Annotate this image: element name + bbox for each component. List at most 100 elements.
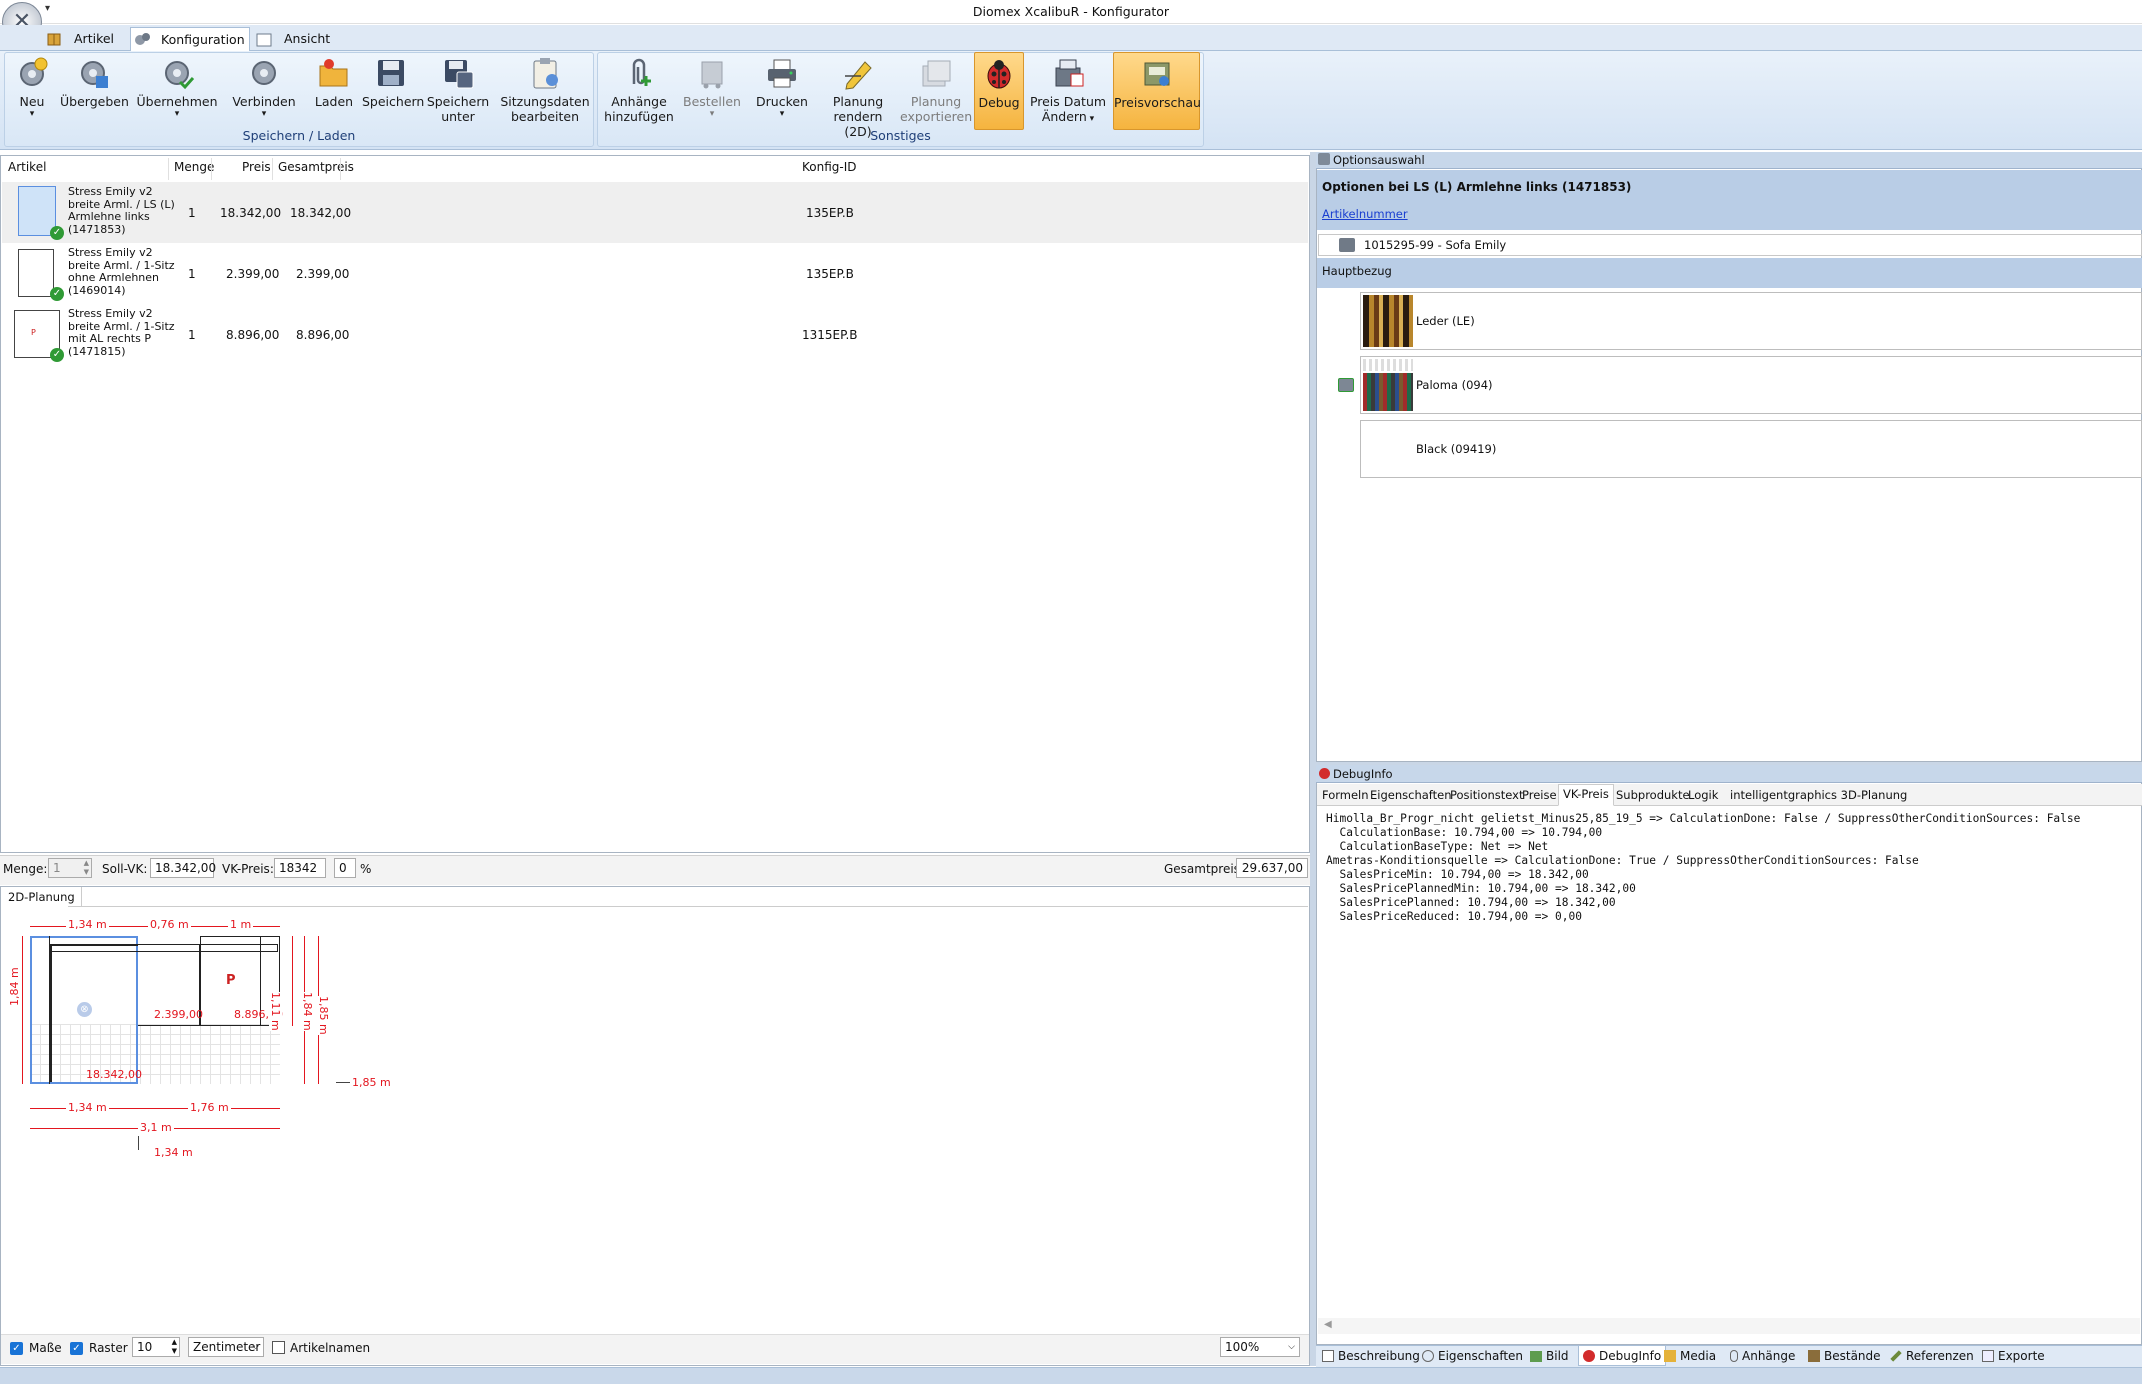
laden-button[interactable]: Laden [308, 52, 360, 130]
raster-checkbox[interactable]: ✓ [70, 1341, 83, 1355]
tab-strip-line [68, 906, 1308, 907]
horizontal-scrollbar[interactable]: ◀ [1318, 1318, 2140, 1334]
planung-rendern-button[interactable]: Planung rendern (2D) [818, 52, 898, 139]
table-row[interactable]: ✓ Stress Emily v2 breite Arml. / 1-Sitz … [2, 243, 1308, 304]
price-1sitz: 2.399,00 [154, 1008, 203, 1021]
tab-anhaenge[interactable]: Anhänge [1730, 1346, 1795, 1366]
zoom-select[interactable]: 100% ⌵ [1220, 1337, 1300, 1357]
drucken-button[interactable]: Drucken ▾ [750, 52, 814, 130]
tab-bild[interactable]: Bild [1530, 1346, 1569, 1366]
export-icon [1982, 1350, 1994, 1362]
planung-exportieren-label: Planung exportieren [900, 94, 973, 124]
window-title: Diomex XcalibuR - Konfigurator [972, 4, 1170, 19]
tab-exporte[interactable]: Exporte [1982, 1346, 2045, 1366]
sitzungsdaten-button[interactable]: Sitzungsdaten bearbeiten [500, 52, 590, 130]
col-gesamtpreis[interactable]: Gesamtpreis [278, 160, 354, 174]
debug-tab-logik[interactable]: Logik [1684, 786, 1722, 804]
tab-referenzen[interactable]: Referenzen [1890, 1346, 1974, 1366]
tab-artikel[interactable]: Artikel [44, 28, 128, 50]
option-item[interactable]: Black (09419) [1360, 420, 2142, 478]
dim-bot1: 1,34 m [66, 1101, 109, 1114]
check-icon: ✓ [10, 1342, 23, 1355]
options-panel-header: Optionsauswahl [1316, 152, 2142, 169]
col-artikel[interactable]: Artikel [8, 160, 46, 174]
speichern-button[interactable]: Speichern [362, 52, 424, 130]
preisvorschau-label: Preisvorschau [1114, 95, 1201, 110]
dim-top3: 1 m [228, 918, 254, 931]
gesamtpreis-field: 29.637,00 [1236, 858, 1308, 878]
option-item[interactable]: Leder (LE) [1360, 292, 2142, 350]
debug-tab-vk-preis[interactable]: VK-Preis [1558, 784, 1614, 806]
vk-preis-field[interactable]: 18342 [274, 858, 326, 878]
speichern-unter-button[interactable]: Speichern unter [424, 52, 492, 130]
debug-tab-subprodukte[interactable]: Subprodukte [1612, 786, 1694, 804]
tab-beschreibung[interactable]: Beschreibung [1322, 1346, 1420, 1366]
scroll-left-icon[interactable]: ◀ [1324, 1319, 1332, 1330]
soll-vk-field[interactable]: 18.342,00 [150, 858, 216, 878]
percent-field[interactable]: 0 [334, 858, 356, 878]
option-item[interactable]: Paloma (094) [1360, 356, 2142, 414]
artikelnamen-checkbox[interactable] [272, 1341, 285, 1354]
debug-panel-header: DebugInfo [1316, 765, 2142, 783]
preis-datum-button[interactable]: Preis Datum Ändern ▾ [1028, 52, 1108, 130]
folder-open-icon [317, 56, 351, 90]
debug-tab-preise[interactable]: Preise [1518, 786, 1561, 804]
article-row[interactable]: 1015295-99 - Sofa Emily [1318, 234, 2142, 256]
uebergeben-button[interactable]: Übergeben [60, 52, 129, 130]
tab-2d-planung[interactable]: 2D-Planung [2, 887, 82, 907]
artikelnummer-link[interactable]: Artikelnummer [1322, 207, 1408, 221]
tab-eigenschaften[interactable]: Eigenschaften [1422, 1346, 1523, 1366]
rotation-handle-icon[interactable]: ⊗ [77, 1002, 92, 1017]
debug-tab-formeln[interactable]: Formeln [1318, 786, 1373, 804]
planung-exportieren-button[interactable]: Planung exportieren [900, 52, 972, 130]
image-icon [1530, 1351, 1542, 1362]
table-row[interactable]: ✓ Stress Emily v2 breite Arml. / LS (L) … [2, 182, 1308, 243]
ladybug-icon [1319, 768, 1330, 779]
neu-button[interactable]: Neu ▾ [8, 52, 56, 130]
uebernehmen-button[interactable]: Übernehmen ▾ [136, 52, 218, 130]
masse-checkbox[interactable]: ✓ [10, 1341, 23, 1355]
article-qty: 1 [188, 206, 196, 220]
tab-debuginfo[interactable]: DebugInfo [1578, 1346, 1667, 1366]
gear-accept-icon [160, 56, 194, 90]
stepper-arrows-icon: ▲ ▼ [83, 859, 89, 876]
unit-select[interactable]: Zentimeter ⌵ [188, 1337, 264, 1357]
raster-stepper[interactable]: 10 ▲ ▼ [132, 1337, 180, 1357]
tab-bestaende[interactable]: Bestände [1808, 1346, 1881, 1366]
col-divider [168, 158, 169, 180]
col-konfig-id[interactable]: Konfig-ID [802, 160, 857, 174]
anhaenge-button[interactable]: Anhänge hinzufügen [602, 52, 676, 130]
gear-transfer-icon [76, 56, 110, 90]
cart-icon [695, 56, 729, 90]
dim-right3: 1,85 m [317, 996, 330, 1035]
article-price: 2.399,00 [226, 267, 280, 281]
table-row[interactable]: P ✓ Stress Emily v2 breite Arml. / 1-Sit… [2, 304, 1308, 365]
section-hauptbezug[interactable]: Hauptbezug [1317, 258, 2142, 288]
article-qty: 1 [188, 267, 196, 281]
check-icon: ✓ [50, 226, 64, 240]
article-config-id: 135EP.B [806, 206, 854, 220]
floor-plan[interactable]: ⊗ P 18.342,00 2.399,00 8.896,00 1,34 m 0… [0, 908, 420, 1168]
debug-line: SalesPricePlannedMin: 10.794,00 => 18.34… [1326, 882, 1636, 895]
verbinden-button[interactable]: Verbinden ▾ [228, 52, 300, 130]
bestellen-button[interactable]: Bestellen ▾ [680, 52, 744, 130]
preisvorschau-button[interactable]: Preisvorschau [1113, 52, 1201, 130]
debug-tab-3d-planung[interactable]: intelligentgraphics 3D-Planung [1726, 786, 1911, 804]
neu-label: Neu ▾ [19, 94, 45, 119]
col-menge[interactable]: Menge [174, 160, 214, 174]
artikelnamen-label: Artikelnamen [290, 1341, 371, 1355]
price-ls: 18.342,00 [86, 1068, 142, 1081]
article-config-id: 135EP.B [806, 267, 854, 281]
debug-tab-positionstext[interactable]: Positionstext [1446, 786, 1527, 804]
module-letter: P [226, 973, 236, 988]
tab-konfiguration[interactable]: Konfiguration [130, 27, 250, 52]
tab-media[interactable]: Media [1664, 1346, 1716, 1366]
tab-ansicht[interactable]: Ansicht [254, 28, 344, 50]
option-label: Black (09419) [1416, 442, 1497, 456]
col-preis[interactable]: Preis [242, 160, 271, 174]
debug-tab-eigenschaften[interactable]: Eigenschaften [1366, 786, 1456, 804]
section-label: Hauptbezug [1322, 264, 1392, 278]
article-config-id: 1315EP.B [802, 328, 858, 342]
qty-stepper[interactable]: 1 ▲ ▼ [48, 858, 92, 878]
debug-button[interactable]: Debug [974, 52, 1024, 130]
